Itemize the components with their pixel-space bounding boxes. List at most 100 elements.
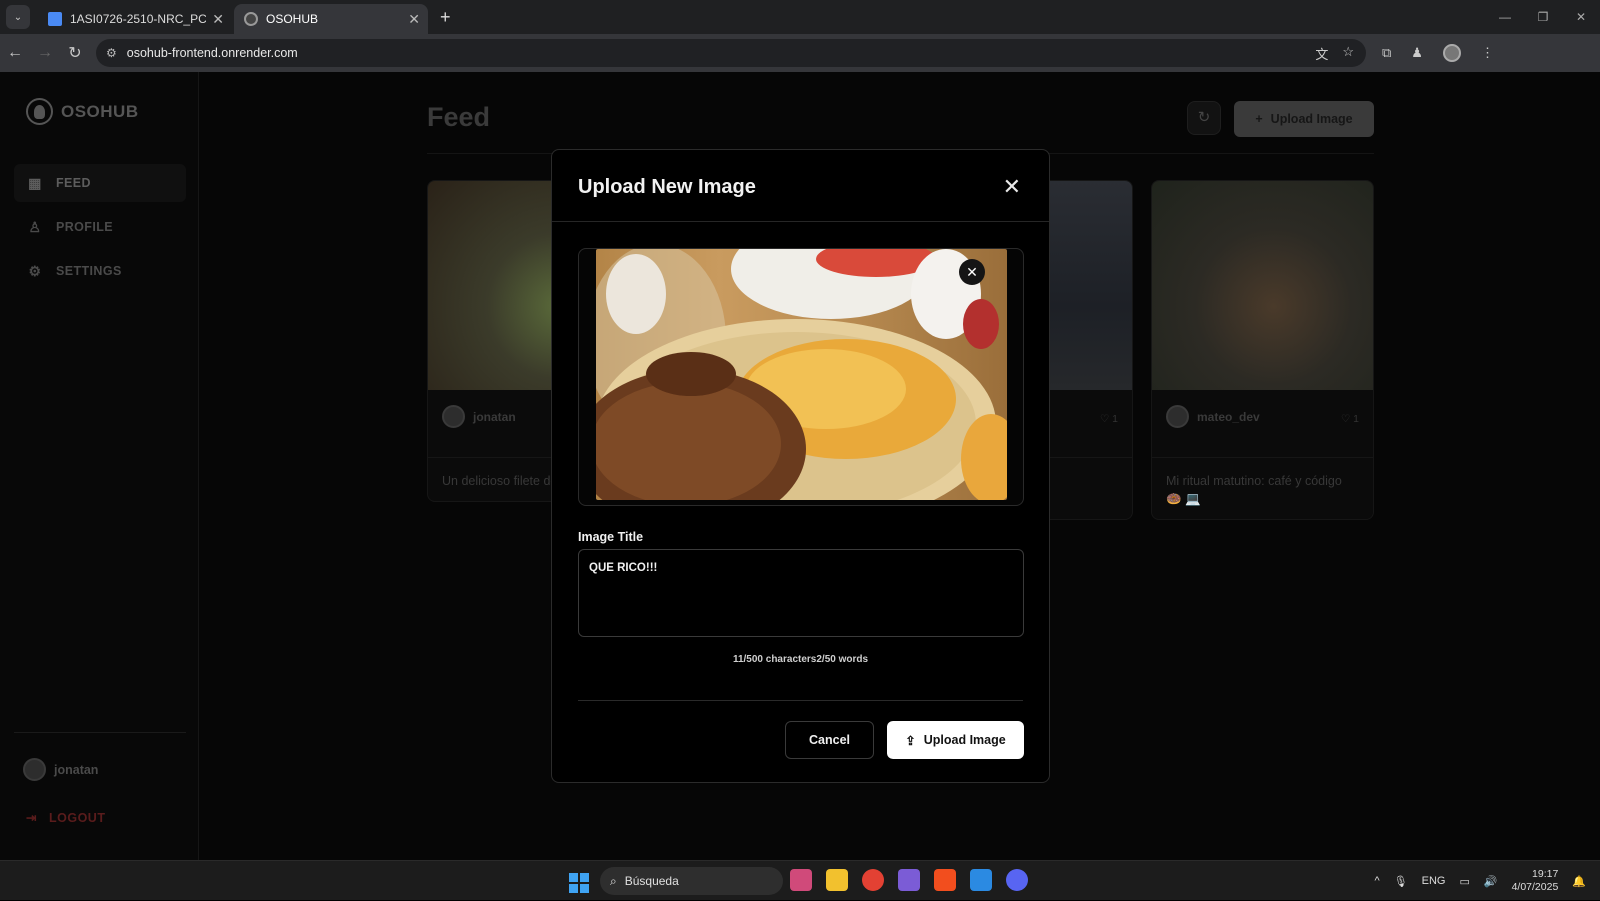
modal-title: Upload New Image xyxy=(578,176,756,198)
upload-modal: Upload New Image ✕ ✕ Image Title QUE RIC… xyxy=(551,149,1050,783)
remove-image-button[interactable]: ✕ xyxy=(959,259,985,285)
clock[interactable]: 19:17 4/07/2025 xyxy=(1512,868,1559,894)
avatar xyxy=(1166,405,1189,428)
bookmark-star-icon[interactable]: ☆ xyxy=(1342,44,1354,63)
cancel-button[interactable]: Cancel xyxy=(785,721,874,759)
osohub-favicon-icon xyxy=(244,12,258,26)
chevron-up-icon[interactable]: ^ xyxy=(1374,875,1379,887)
upload-icon: ⇪ xyxy=(905,733,916,748)
obsidian-icon[interactable] xyxy=(898,869,920,891)
refresh-button[interactable]: ↻ xyxy=(1187,101,1221,135)
confirm-upload-button[interactable]: ⇪ Upload Image xyxy=(887,721,1024,759)
url-text: osohub-frontend.onrender.com xyxy=(126,46,298,60)
post-image[interactable] xyxy=(1152,181,1373,390)
post-author-name: jonatan xyxy=(473,409,516,424)
sidebar-item-feed[interactable]: ▦ FEED xyxy=(14,164,186,202)
logout-button[interactable]: ⇥ LOGOUT xyxy=(26,810,105,826)
grid-icon: ▦ xyxy=(28,175,42,191)
minimize-icon[interactable]: — xyxy=(1486,0,1524,34)
user-icon: ♙ xyxy=(28,219,42,235)
gear-icon: ⚙ xyxy=(28,263,42,279)
taskbar-search[interactable]: ⌕ Búsqueda xyxy=(600,867,783,895)
forward-icon[interactable]: → xyxy=(30,44,60,62)
heart-icon: ♡ xyxy=(1340,413,1354,425)
chrome-icon[interactable] xyxy=(862,869,884,891)
sidebar-item-label: PROFILE xyxy=(56,220,113,234)
upload-image-button[interactable]: + Upload Image xyxy=(1234,101,1374,137)
brand-logo[interactable]: OSOHUB xyxy=(26,98,139,125)
upload-image-label: Upload Image xyxy=(1270,112,1353,126)
tab-label: OSOHUB xyxy=(266,12,319,26)
volume-icon[interactable]: 🔊 xyxy=(1484,875,1498,888)
post-author[interactable]: jonatan xyxy=(442,405,516,428)
sidebar-item-profile[interactable]: ♙ PROFILE xyxy=(14,208,186,246)
modal-divider xyxy=(552,221,1049,222)
like-count-value: 1 xyxy=(1112,413,1118,425)
discord-icon[interactable] xyxy=(1006,869,1028,891)
language-indicator[interactable]: ENG xyxy=(1422,875,1446,887)
logout-icon: ⇥ xyxy=(26,811,37,825)
sidebar-nav: ▦ FEED ♙ PROFILE ⚙ SETTINGS xyxy=(14,164,186,296)
tab-close-icon[interactable]: ✕ xyxy=(212,11,224,28)
tab-document[interactable]: 1ASI0726-2510-NRC_PC4_Infor ✕ xyxy=(38,4,232,34)
like-count[interactable]: ♡ 1 xyxy=(1341,413,1359,425)
extensions-icon[interactable]: ⧉ xyxy=(1382,45,1391,61)
network-icon[interactable]: ▭ xyxy=(1459,875,1469,888)
browser-tab-bar: ⌄ 1ASI0726-2510-NRC_PC4_Infor ✕ OSOHUB ✕… xyxy=(0,0,1600,34)
character-word-counter: 11/500 characters2/50 words xyxy=(732,654,869,665)
post-description: Mi ritual matutino: café y código 🍩 💻 xyxy=(1166,474,1342,506)
notification-bell-icon[interactable]: 🔔 xyxy=(1572,875,1586,888)
close-icon[interactable]: ✕ xyxy=(1003,174,1021,200)
reload-icon[interactable]: ↻ xyxy=(60,43,90,63)
sidebar-item-settings[interactable]: ⚙ SETTINGS xyxy=(14,252,186,290)
os-taskbar: ⌕ Búsqueda ^ 🎙 ENG ▭ 🔊 19:17 4/07/2025 🔔 xyxy=(0,860,1600,900)
tab-label: 1ASI0726-2510-NRC_PC4_Infor xyxy=(70,12,207,26)
browser-menu-icon[interactable]: ⋮ xyxy=(1481,45,1494,61)
tab-search-button[interactable]: ⌄ xyxy=(6,5,30,29)
tab-osohub[interactable]: OSOHUB ✕ xyxy=(234,4,428,34)
translate-icon[interactable]: 文 xyxy=(1315,44,1328,63)
post-card[interactable]: mateo_dev ♡ 1 Mi ritual matutino: café y… xyxy=(1151,180,1374,520)
window-controls: — ❐ ✕ xyxy=(1486,0,1600,34)
sidebar-user[interactable]: jonatan xyxy=(23,758,98,781)
system-tray: ^ 🎙 ENG ▭ 🔊 19:17 4/07/2025 🔔 xyxy=(1374,861,1586,901)
post-author-name: mateo_dev xyxy=(1197,409,1260,424)
new-tab-button[interactable]: + xyxy=(440,7,451,28)
sidebar: OSOHUB ▦ FEED ♙ PROFILE ⚙ SETTINGS jonat… xyxy=(0,72,199,860)
brand-name: OSOHUB xyxy=(61,101,139,121)
restore-icon[interactable]: ❐ xyxy=(1524,0,1562,34)
sidebar-item-label: FEED xyxy=(56,176,91,190)
like-count-value: 1 xyxy=(1353,413,1359,425)
like-count[interactable]: ♡ 1 xyxy=(1100,413,1118,425)
clock-time: 19:17 xyxy=(1532,868,1559,880)
figma-icon[interactable] xyxy=(934,869,956,891)
page-title: Feed xyxy=(427,102,491,132)
back-icon[interactable]: ← xyxy=(0,44,30,62)
plus-icon: + xyxy=(1255,112,1263,126)
app-root: OSOHUB ▦ FEED ♙ PROFILE ⚙ SETTINGS jonat… xyxy=(0,72,1600,860)
image-preview: ✕ xyxy=(578,248,1024,506)
sidebar-username: jonatan xyxy=(54,762,99,777)
file-explorer-icon[interactable] xyxy=(826,869,848,891)
incognito-icon[interactable]: ♟ xyxy=(1411,45,1423,61)
post-author[interactable]: mateo_dev xyxy=(1166,405,1260,428)
snipping-tool-icon[interactable] xyxy=(790,869,812,891)
preview-photo: ✕ xyxy=(596,249,1007,500)
window-close-icon[interactable]: ✕ xyxy=(1562,0,1600,34)
food-photo-illustration xyxy=(596,249,1007,500)
sidebar-divider xyxy=(14,732,186,733)
card-divider xyxy=(1152,457,1373,458)
image-title-textarea[interactable]: QUE RICO!!! xyxy=(578,549,1024,637)
url-field[interactable]: ⚙ osohub-frontend.onrender.com 文 ☆ xyxy=(96,39,1366,67)
profile-avatar-icon[interactable] xyxy=(1442,44,1461,62)
confirm-upload-label: Upload Image xyxy=(923,733,1006,747)
image-title-label: Image Title xyxy=(578,530,644,544)
bear-logo-icon xyxy=(26,98,53,125)
taskbar-apps xyxy=(790,869,1028,891)
clock-date: 4/07/2025 xyxy=(1511,881,1559,893)
site-info-icon[interactable]: ⚙ xyxy=(106,46,117,60)
vscode-icon[interactable] xyxy=(970,869,992,891)
microphone-icon[interactable]: 🎙 xyxy=(1394,875,1408,888)
tab-close-icon[interactable]: ✕ xyxy=(408,11,420,28)
windows-start-icon[interactable] xyxy=(569,873,589,893)
